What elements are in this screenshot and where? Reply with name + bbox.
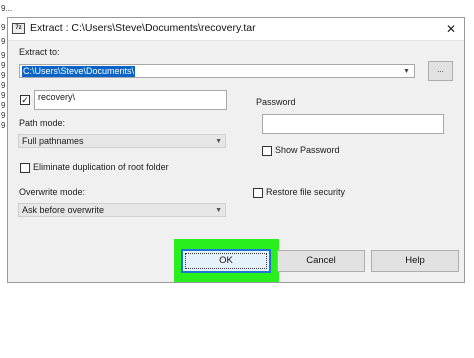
app-icon: 7z: [12, 23, 25, 34]
chevron-down-icon: ▼: [215, 206, 222, 214]
eliminate-duplication-label: Eliminate duplication of root folder: [33, 162, 169, 172]
password-field[interactable]: [262, 114, 444, 134]
extract-to-label: Extract to:: [19, 47, 60, 57]
show-password-checkbox[interactable]: [262, 146, 272, 156]
bg-fragment: 9: [1, 91, 6, 100]
bg-fragment: 9: [1, 51, 6, 60]
path-mode-value: Full pathnames: [22, 136, 84, 146]
bg-fragment: 9: [1, 37, 6, 46]
subfolder-checkbox[interactable]: ✓: [20, 95, 30, 105]
path-mode-select[interactable]: Full pathnames ▼: [18, 134, 226, 148]
eliminate-duplication-checkbox[interactable]: [20, 163, 30, 173]
restore-security-checkbox[interactable]: [253, 188, 263, 198]
bg-fragment: 9: [1, 111, 6, 120]
overwrite-mode-label: Overwrite mode:: [19, 187, 86, 197]
subfolder-name-value: recovery\: [38, 92, 76, 102]
close-button[interactable]: ✕: [438, 18, 464, 40]
bg-fragment: 9...: [1, 4, 13, 13]
extract-to-value: C:\Users\Steve\Documents\: [22, 66, 136, 77]
password-label: Password: [256, 97, 296, 107]
dialog-title: Extract : C:\Users\Steve\Documents\recov…: [30, 22, 256, 34]
cancel-button[interactable]: Cancel: [277, 250, 365, 272]
bg-fragment: 9: [1, 81, 6, 90]
overwrite-mode-select[interactable]: Ask before overwrite ▼: [18, 203, 226, 217]
show-password-label: Show Password: [275, 145, 340, 155]
close-icon: ✕: [445, 22, 457, 36]
bg-fragment: 9: [1, 101, 6, 110]
bg-fragment: 9: [1, 71, 6, 80]
restore-security-label: Restore file security: [266, 187, 346, 197]
ok-button[interactable]: OK: [181, 249, 271, 273]
subfolder-name-field[interactable]: recovery\: [34, 90, 227, 110]
help-button[interactable]: Help: [371, 250, 459, 272]
focus-ring: [185, 253, 267, 269]
bg-fragment: 9: [1, 121, 6, 130]
browse-button[interactable]: ...: [428, 61, 453, 81]
chevron-down-icon[interactable]: ▼: [401, 65, 412, 77]
bg-fragment: 9: [1, 61, 6, 70]
title-bar[interactable]: 7z Extract : C:\Users\Steve\Documents\re…: [8, 18, 464, 41]
chevron-down-icon: ▼: [215, 137, 222, 145]
overwrite-mode-value: Ask before overwrite: [22, 205, 105, 215]
bg-fragment: 9: [1, 23, 6, 32]
extract-to-combobox[interactable]: C:\Users\Steve\Documents\ ▼: [19, 64, 415, 78]
path-mode-label: Path mode:: [19, 118, 66, 128]
checkmark-icon: ✓: [21, 95, 29, 105]
